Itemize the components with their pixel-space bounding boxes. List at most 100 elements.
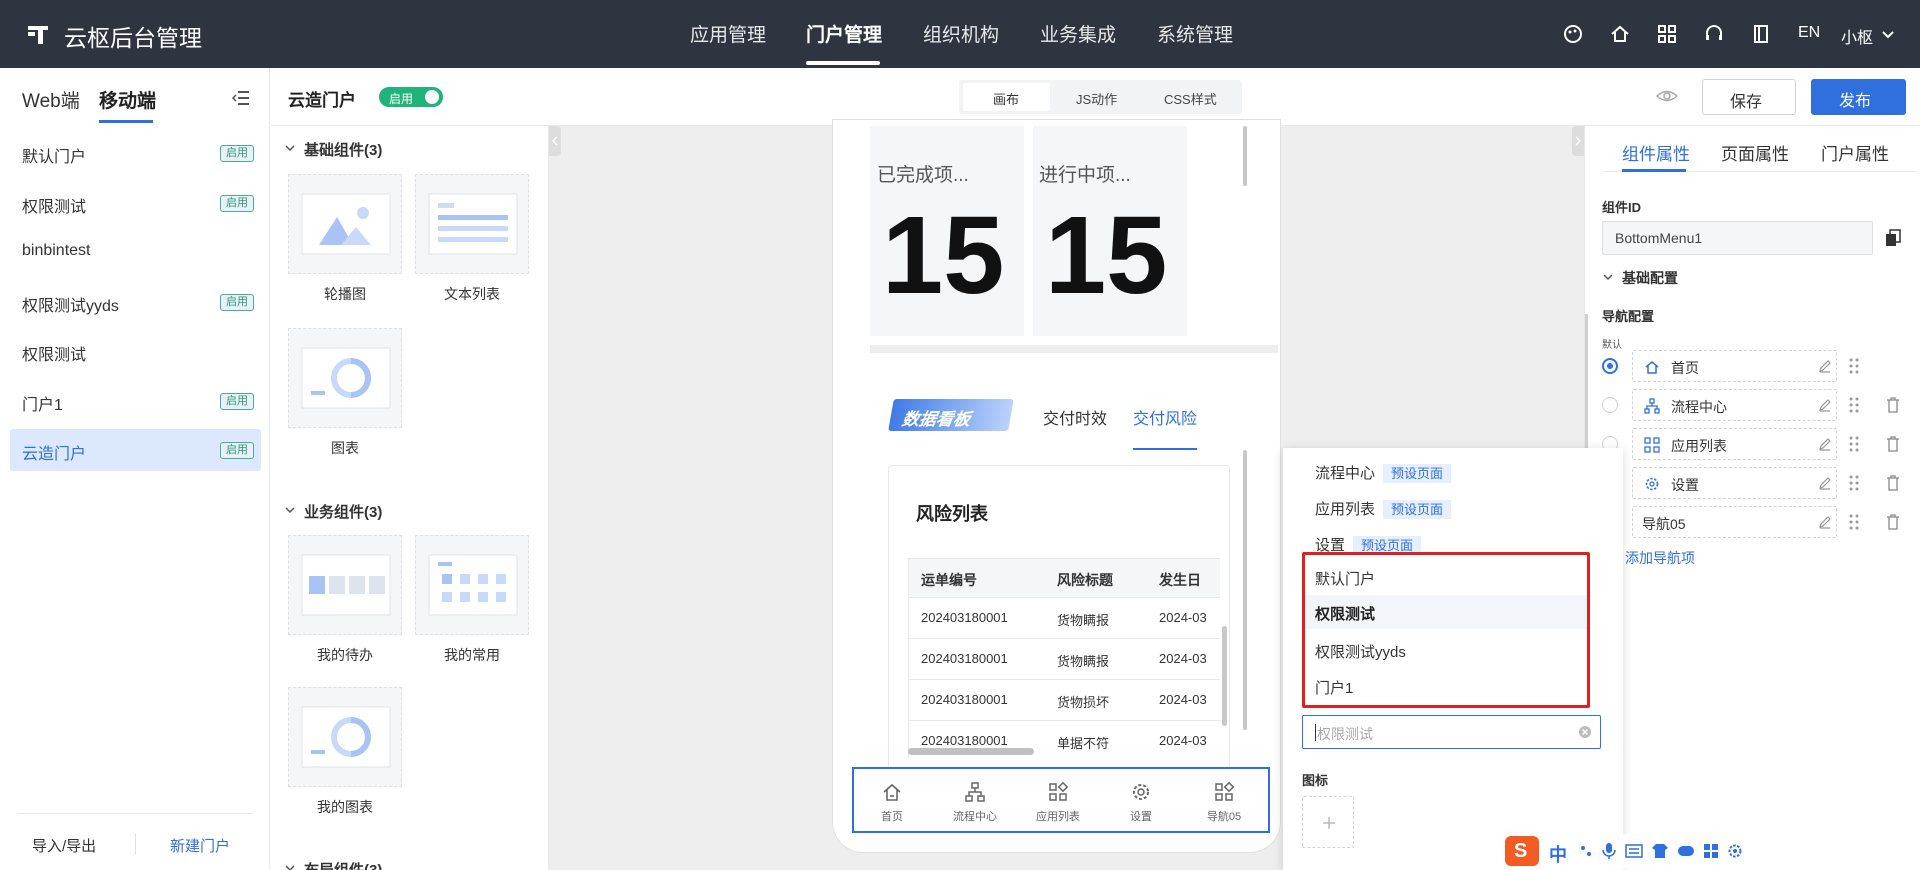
tab-canvas[interactable]: 画布: [963, 83, 1050, 111]
apps-grid-icon[interactable]: [1656, 23, 1678, 45]
chart-component[interactable]: [288, 328, 402, 428]
language-switch[interactable]: EN: [1798, 24, 1820, 42]
portal-item-selected[interactable]: 云造门户 启用: [10, 429, 261, 471]
bottom-menu[interactable]: 首页 流程中心 应用列表 设置 导航05: [852, 767, 1270, 833]
book-icon[interactable]: [1750, 23, 1772, 45]
tab-page-props[interactable]: 页面属性: [1721, 140, 1789, 165]
nav-portal-management[interactable]: 门户管理: [806, 20, 882, 47]
vertical-scrollbar[interactable]: [1222, 626, 1227, 726]
add-nav-item-link[interactable]: 添加导航项: [1625, 548, 1695, 568]
table-row[interactable]: 202403180001 货物瞒报 2024-03: [908, 598, 1220, 639]
stat-card-in-progress[interactable]: 进行中项... 15: [1033, 126, 1187, 336]
tab-component-props[interactable]: 组件属性: [1622, 140, 1690, 165]
punctuation-icon[interactable]: [1579, 844, 1593, 858]
trash-icon[interactable]: [1886, 514, 1900, 530]
board-tab-data[interactable]: 数据看板: [888, 399, 1014, 431]
headset-icon[interactable]: [1703, 23, 1725, 45]
tab-js-actions[interactable]: JS动作: [1076, 89, 1117, 108]
drag-handle-icon[interactable]: [1849, 475, 1859, 491]
new-portal-button[interactable]: 新建门户: [170, 835, 230, 856]
trash-icon[interactable]: [1886, 475, 1900, 491]
default-radio-selected[interactable]: [1602, 358, 1618, 374]
copy-icon[interactable]: [1885, 229, 1901, 247]
user-menu[interactable]: 小枢: [1841, 24, 1873, 48]
nav-item-row[interactable]: 设置: [1632, 467, 1837, 499]
gamepad-icon[interactable]: [1677, 843, 1695, 859]
trash-icon[interactable]: [1886, 397, 1900, 413]
nav-business-integration[interactable]: 业务集成: [1040, 20, 1116, 47]
nav-system-management[interactable]: 系统管理: [1157, 20, 1233, 47]
collapse-menu-icon[interactable]: [231, 88, 251, 108]
board-tab-delivery-time[interactable]: 交付时效: [1043, 405, 1107, 429]
tab-mobile[interactable]: 移动端: [99, 86, 156, 113]
tab-web[interactable]: Web端: [22, 86, 80, 113]
text-list-component[interactable]: [415, 174, 529, 274]
stat-card-completed[interactable]: 已完成项... 15: [870, 126, 1024, 336]
component-id-field[interactable]: BottomMenu1: [1602, 221, 1873, 255]
edit-icon[interactable]: [1818, 476, 1832, 490]
portal-item[interactable]: 权限测试 启用: [10, 182, 261, 224]
drag-handle-icon[interactable]: [1849, 514, 1859, 530]
edit-icon[interactable]: [1818, 437, 1832, 451]
nav-organization[interactable]: 组织机构: [923, 20, 999, 47]
portal-item[interactable]: binbintest: [10, 231, 261, 273]
bottom-menu-item-app-list[interactable]: 应用列表: [1028, 775, 1088, 829]
table-row[interactable]: 202403180001 货物损坏 2024-03: [908, 680, 1220, 721]
clear-icon[interactable]: [1578, 725, 1592, 739]
board-tab-delivery-risk[interactable]: 交付风险: [1133, 405, 1197, 429]
chevron-down-icon[interactable]: [1880, 26, 1896, 42]
carousel-component[interactable]: [288, 174, 402, 274]
import-export-button[interactable]: 导入/导出: [32, 835, 96, 856]
preset-page-option[interactable]: 应用列表 预设页面: [1315, 498, 1452, 519]
tab-css-styles[interactable]: CSS样式: [1164, 89, 1217, 108]
nav-app-management[interactable]: 应用管理: [690, 20, 766, 47]
edit-icon[interactable]: [1818, 398, 1832, 412]
portal-select-input[interactable]: 权限测试: [1302, 715, 1601, 749]
horizontal-scrollbar[interactable]: [908, 748, 1034, 755]
portal-item[interactable]: 门户1 启用: [10, 380, 261, 422]
icon-upload-button[interactable]: [1302, 796, 1354, 848]
chevron-down-icon[interactable]: [1602, 271, 1614, 283]
scrollbar[interactable]: [1243, 450, 1247, 730]
tab-portal-props[interactable]: 门户属性: [1821, 140, 1889, 165]
bottom-menu-item-nav05[interactable]: 导航05: [1194, 775, 1254, 829]
trash-icon[interactable]: [1886, 436, 1900, 452]
portal-option[interactable]: 权限测试yyds: [1315, 641, 1406, 662]
nav-item-row[interactable]: 首页: [1632, 350, 1837, 382]
enable-toggle[interactable]: 启用: [379, 87, 443, 107]
preview-eye-icon[interactable]: [1656, 87, 1678, 105]
bottom-menu-item-settings[interactable]: 设置: [1111, 775, 1171, 829]
drag-handle-icon[interactable]: [1849, 358, 1859, 374]
my-todo-component[interactable]: [288, 535, 402, 635]
portal-item[interactable]: 默认门户 启用: [10, 132, 261, 174]
collapse-left-handle[interactable]: [549, 126, 561, 156]
preset-page-option[interactable]: 流程中心 预设页面: [1315, 462, 1452, 483]
ime-chinese-mode[interactable]: 中: [1549, 841, 1567, 867]
portal-item[interactable]: 权限测试: [10, 330, 261, 372]
nav-item-row[interactable]: 导航05: [1632, 506, 1837, 538]
portal-option[interactable]: 默认门户: [1315, 568, 1375, 589]
my-chart-component[interactable]: [288, 687, 402, 787]
chevron-down-icon[interactable]: [284, 862, 296, 870]
edit-icon[interactable]: [1818, 515, 1832, 529]
portal-option-selected[interactable]: 权限测试: [1305, 595, 1587, 629]
save-button[interactable]: 保存: [1702, 79, 1796, 115]
apps-grid-icon[interactable]: [1703, 843, 1719, 859]
skin-icon[interactable]: [1651, 843, 1669, 859]
portal-item[interactable]: 权限测试yyds 启用: [10, 281, 261, 323]
keyboard-icon[interactable]: [1625, 843, 1643, 859]
table-row[interactable]: 202403180001 货物瞒报 2024-03: [908, 639, 1220, 680]
bottom-menu-item-home[interactable]: 首页: [862, 775, 922, 829]
bottom-menu-item-process-center[interactable]: 流程中心: [945, 775, 1005, 829]
chevron-down-icon[interactable]: [284, 504, 296, 516]
edit-icon[interactable]: [1818, 359, 1832, 373]
publish-button[interactable]: 发布: [1811, 79, 1906, 115]
sogou-logo-icon[interactable]: S: [1505, 836, 1539, 866]
portal-option[interactable]: 门户1: [1315, 677, 1353, 698]
gear-icon[interactable]: [1727, 843, 1743, 859]
home-icon[interactable]: [1609, 23, 1631, 45]
collapse-right-handle[interactable]: [1572, 126, 1584, 156]
palette-icon[interactable]: [1562, 23, 1584, 45]
scrollbar[interactable]: [1243, 126, 1247, 186]
my-common-component[interactable]: [415, 535, 529, 635]
